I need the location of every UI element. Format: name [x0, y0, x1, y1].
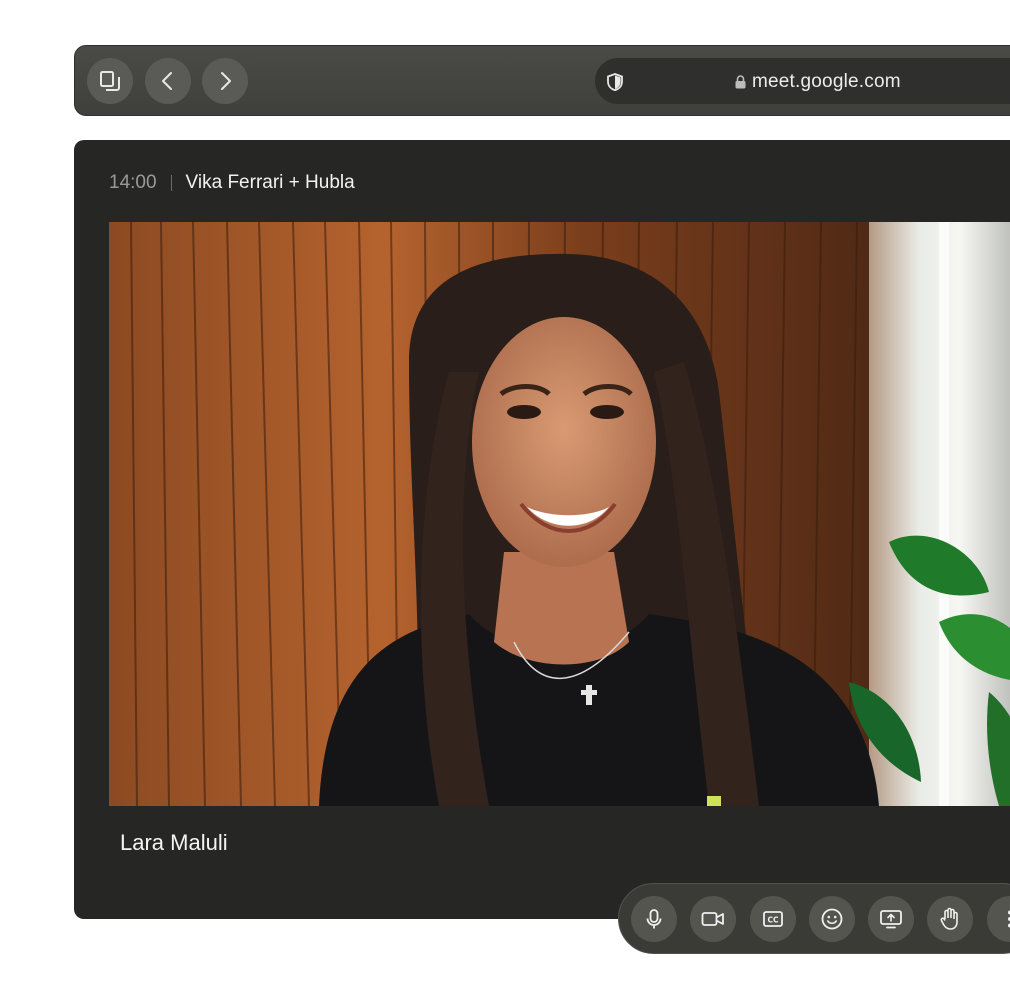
- forward-button[interactable]: [202, 58, 248, 104]
- meeting-header: 14:00 Vika Ferrari + Hubla: [109, 172, 355, 194]
- url-text: meet.google.com: [752, 71, 901, 92]
- shield-icon[interactable]: [607, 73, 623, 91]
- lock-icon: [735, 75, 746, 89]
- address-bar[interactable]: meet.google.com: [595, 58, 1010, 104]
- microphone-icon: [646, 909, 662, 929]
- emoji-icon: [821, 908, 843, 930]
- meeting-window: 14:00 Vika Ferrari + Hubla Lara Maluli: [74, 140, 1010, 919]
- call-controls: CC: [618, 883, 1010, 954]
- url-display[interactable]: meet.google.com: [735, 71, 901, 93]
- meeting-title: Vika Ferrari + Hubla: [185, 172, 355, 193]
- present-screen-icon: [880, 910, 902, 929]
- header-divider: [170, 175, 172, 191]
- emoji-button[interactable]: [809, 896, 855, 942]
- browser-toolbar: meet.google.com: [74, 45, 1010, 116]
- participant-name: Lara Maluli: [120, 830, 228, 855]
- raise-hand-button[interactable]: [927, 896, 973, 942]
- chevron-left-icon: [162, 72, 172, 90]
- camera-button[interactable]: [690, 896, 736, 942]
- camera-icon: [701, 912, 724, 926]
- raise-hand-icon: [940, 907, 958, 930]
- chevron-right-icon: [221, 72, 231, 90]
- participant-video[interactable]: [109, 222, 1010, 806]
- back-button[interactable]: [145, 58, 191, 104]
- more-options-button[interactable]: [987, 896, 1010, 942]
- tabs-icon: [100, 71, 120, 91]
- video-image: [109, 222, 1010, 806]
- captions-button[interactable]: CC: [750, 896, 796, 942]
- microphone-button[interactable]: [631, 896, 677, 942]
- meeting-time: 14:00: [109, 172, 157, 193]
- tabs-button[interactable]: [87, 58, 133, 104]
- svg-text:CC: CC: [767, 916, 779, 925]
- captions-icon: CC: [763, 911, 783, 927]
- present-screen-button[interactable]: [868, 896, 914, 942]
- more-options-icon: [1008, 910, 1010, 928]
